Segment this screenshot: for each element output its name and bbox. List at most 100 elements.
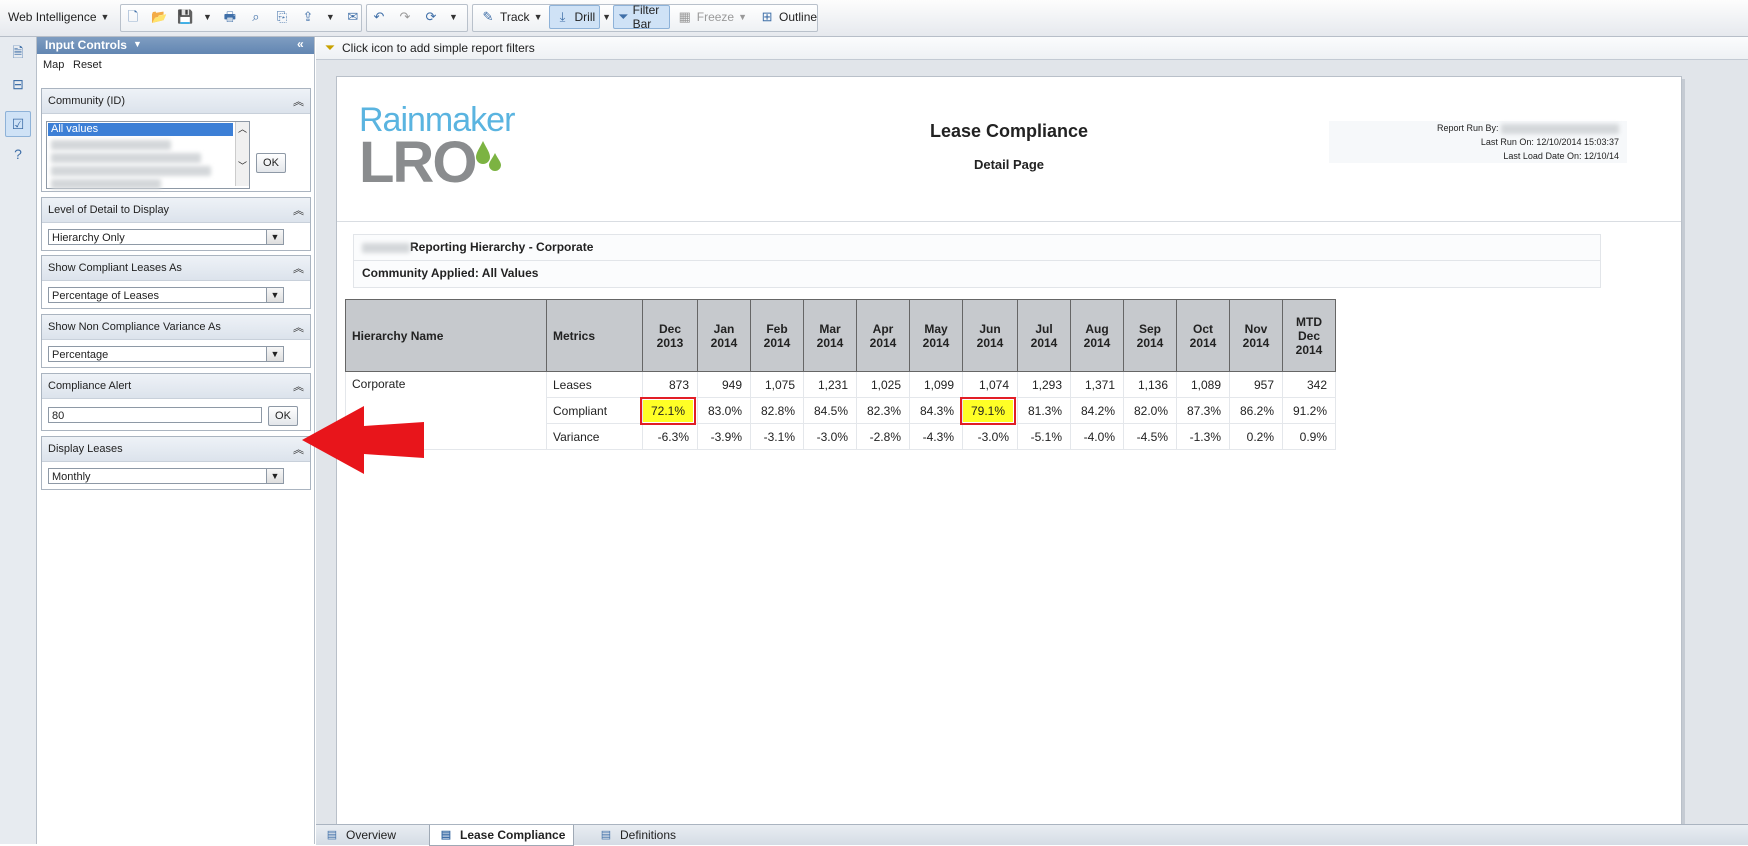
input-controls-icon[interactable]: ☑ [5, 111, 31, 137]
value-cell[interactable]: 72.1% [640, 396, 698, 425]
value-cell[interactable]: 82.8% [750, 397, 804, 424]
value-cell[interactable]: 82.0% [1123, 397, 1177, 424]
drill-button[interactable]: ⤓ Drill [549, 5, 601, 29]
chevron-down-icon[interactable]: ▼ [602, 12, 611, 22]
value-cell[interactable]: 957 [1229, 371, 1283, 398]
value-cell[interactable]: 82.3% [856, 397, 910, 424]
header-month: Jan 2014 [697, 299, 751, 372]
value-cell[interactable]: 84.5% [803, 397, 857, 424]
control-label: Compliance Alert [48, 380, 132, 392]
email-icon[interactable]: ✉ [345, 9, 361, 25]
chevron-down-icon[interactable]: ▼ [266, 347, 283, 361]
collapse-icon[interactable]: ︽ [293, 93, 304, 109]
value-cell[interactable]: 1,025 [856, 371, 910, 398]
add-filter-icon[interactable]: ⏷ [322, 40, 338, 56]
tab-overview[interactable]: ▤ Overview [324, 825, 396, 845]
value-cell[interactable]: 1,293 [1017, 371, 1071, 398]
document-summary-icon[interactable]: 🗎 [5, 41, 31, 67]
find-icon[interactable]: ⌕ [248, 9, 264, 25]
collapse-icon[interactable]: ︽ [293, 260, 304, 276]
display-leases-dropdown[interactable]: Monthly ▼ [48, 468, 284, 484]
value-cell[interactable]: 1,099 [909, 371, 963, 398]
open-folder-icon[interactable]: 📂 [151, 9, 167, 25]
chevron-down-icon[interactable]: ▼ [326, 12, 335, 22]
track-changes-icon[interactable]: ⎘ [274, 9, 290, 25]
map-link[interactable]: Map [43, 59, 64, 71]
value-cell[interactable]: 1,074 [962, 371, 1018, 398]
compliance-alert-input[interactable]: 80 [48, 407, 262, 423]
value-cell[interactable]: -2.8% [856, 423, 910, 450]
reset-link[interactable]: Reset [73, 59, 102, 71]
value-cell[interactable]: 0.2% [1229, 423, 1283, 450]
help-icon[interactable]: ? [5, 141, 31, 167]
value-cell[interactable]: 79.1% [960, 396, 1018, 425]
app-menu[interactable]: Web Intelligence ▼ [8, 5, 109, 29]
value-cell[interactable]: -1.3% [1176, 423, 1230, 450]
value-cell[interactable]: 1,075 [750, 371, 804, 398]
report-map-icon[interactable]: ⊟ [5, 71, 31, 97]
value-cell[interactable]: 86.2% [1229, 397, 1283, 424]
new-document-icon[interactable]: 🗋 [125, 9, 141, 25]
chevron-down-icon[interactable]: ▼ [266, 230, 283, 244]
value-cell[interactable]: -3.1% [750, 423, 804, 450]
value-cell[interactable]: -4.3% [909, 423, 963, 450]
value-cell[interactable]: 84.3% [909, 397, 963, 424]
chevron-down-icon[interactable]: ▼ [203, 12, 212, 22]
value-cell[interactable]: 83.0% [697, 397, 751, 424]
collapse-icon[interactable]: ︽ [293, 202, 304, 218]
compliant-leases-dropdown[interactable]: Percentage of Leases ▼ [48, 287, 284, 303]
export-icon[interactable]: ⇪ [300, 9, 316, 25]
value-cell[interactable]: -4.5% [1123, 423, 1177, 450]
freeze-button[interactable]: ▦ Freeze ▼ [672, 5, 752, 29]
header-month: Feb 2014 [750, 299, 804, 372]
tab-definitions[interactable]: ▤ Definitions [598, 825, 676, 845]
value-cell[interactable]: 949 [697, 371, 751, 398]
chevron-down-icon[interactable]: ▼ [266, 288, 283, 302]
scroll-down-icon[interactable]: ﹀ [236, 159, 249, 172]
filter-bar[interactable]: ⏷ Click icon to add simple report filter… [316, 37, 1748, 60]
tab-lease-compliance[interactable]: ▤ Lease Compliance [429, 825, 575, 846]
value-cell[interactable]: -4.0% [1070, 423, 1124, 450]
file-tools-group: 🗋 📂 💾 ▼ 🖶 ⌕ ⎘ ⇪ ▼ ✉ ▼ [120, 4, 380, 32]
list-item-selected[interactable]: All values [48, 123, 233, 136]
value-cell[interactable]: 1,231 [803, 371, 857, 398]
value-cell[interactable]: -3.9% [697, 423, 751, 450]
value-cell[interactable]: -5.1% [1017, 423, 1071, 450]
non-compliance-dropdown[interactable]: Percentage ▼ [48, 346, 284, 362]
value-cell[interactable]: 91.2% [1282, 397, 1336, 424]
chevron-down-icon[interactable]: ▼ [266, 469, 283, 483]
value-cell[interactable]: 84.2% [1070, 397, 1124, 424]
value-cell[interactable]: -3.0% [962, 423, 1018, 450]
collapse-icon[interactable]: ︽ [293, 319, 304, 335]
collapse-panel-icon[interactable]: « [297, 37, 304, 51]
header-month: May 2014 [909, 299, 963, 372]
value-cell[interactable]: 1,371 [1070, 371, 1124, 398]
value-cell[interactable]: 873 [642, 371, 698, 398]
alert-highlight-value: 72.1% [640, 396, 696, 425]
community-ok-button[interactable]: OK [256, 153, 286, 173]
level-of-detail-dropdown[interactable]: Hierarchy Only ▼ [48, 229, 284, 245]
value-cell[interactable]: 1,089 [1176, 371, 1230, 398]
undo-icon[interactable]: ↶ [371, 9, 387, 25]
chevron-down-icon[interactable]: ▼ [449, 12, 458, 22]
value-cell[interactable]: 1,136 [1123, 371, 1177, 398]
value-cell[interactable]: 87.3% [1176, 397, 1230, 424]
collapse-icon[interactable]: ︽ [293, 378, 304, 394]
outline-button[interactable]: ⊞ Outline [754, 5, 822, 29]
filter-bar-button[interactable]: ⏷ Filter Bar [613, 3, 670, 31]
value-cell[interactable]: 342 [1282, 371, 1336, 398]
print-icon[interactable]: 🖶 [222, 9, 238, 25]
value-cell[interactable]: 0.9% [1282, 423, 1336, 450]
value-cell[interactable]: -3.0% [803, 423, 857, 450]
compliance-alert-ok-button[interactable]: OK [268, 406, 298, 426]
value-cell[interactable]: -6.3% [642, 423, 698, 450]
track-button[interactable]: ✎ Track ▼ [475, 5, 547, 29]
save-icon[interactable]: 💾 [177, 9, 193, 25]
refresh-icon[interactable]: ⟳ [423, 9, 439, 25]
list-scrollbar[interactable]: ︿ ﹀ [235, 122, 249, 186]
scroll-up-icon[interactable]: ︿ [236, 122, 249, 135]
chevron-down-icon[interactable]: ▼ [133, 39, 142, 49]
redo-icon[interactable]: ↷ [397, 9, 413, 25]
community-listbox[interactable]: All values ︿ ﹀ [46, 121, 250, 190]
value-cell[interactable]: 81.3% [1017, 397, 1071, 424]
